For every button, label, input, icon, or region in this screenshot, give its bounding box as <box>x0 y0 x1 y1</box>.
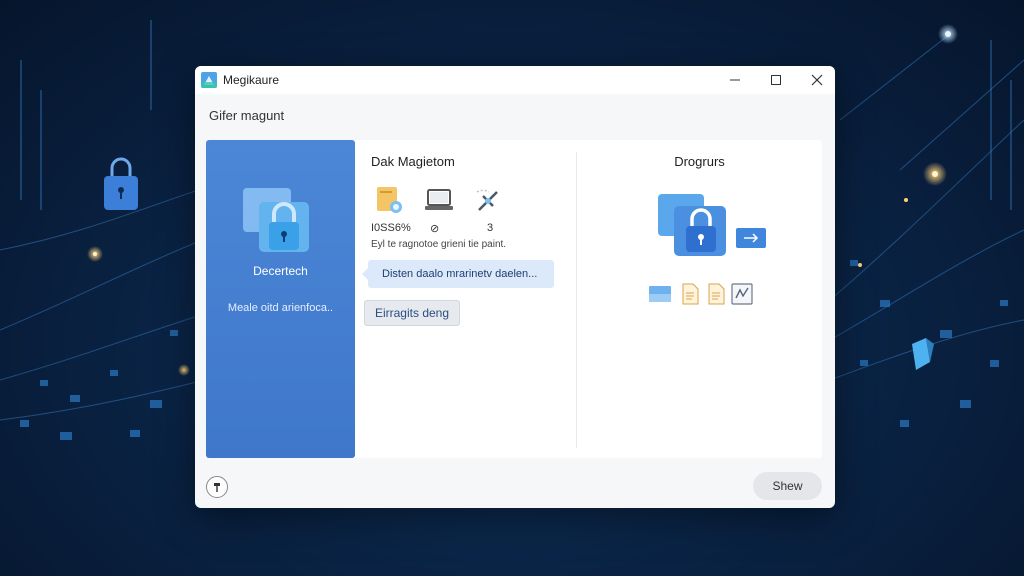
document-icon[interactable] <box>678 282 702 306</box>
chart-file-icon[interactable] <box>730 282 754 306</box>
info-banner[interactable]: Disten daalo mrarinetv daelen... <box>368 260 554 288</box>
main-content: Decertech Meale oitd arienfoca.. Dak Mag… <box>206 140 822 458</box>
document-icon[interactable] <box>704 282 728 306</box>
middle-panel-title: Dak Magietom <box>371 154 455 169</box>
window-title: Megikaure <box>223 73 280 87</box>
close-button[interactable] <box>797 66 835 94</box>
background-lock-icon <box>104 157 138 210</box>
help-button[interactable] <box>206 476 228 498</box>
app-window: Megikaure Gifer magunt Decertech Meale o… <box>195 66 835 508</box>
show-button[interactable]: Shew <box>753 472 822 500</box>
panel-divider <box>576 152 577 448</box>
laptop-icon <box>425 189 453 210</box>
action-button[interactable]: Eirragits deng <box>364 300 460 326</box>
app-logo-icon <box>201 72 217 88</box>
minimize-icon <box>730 79 740 81</box>
maximize-button[interactable] <box>756 66 796 94</box>
left-panel-title: Decertech <box>253 264 308 278</box>
background-cube-icon <box>912 338 934 370</box>
stat-value-storage: I0SS6% <box>371 222 411 234</box>
stat-value-network: 3 <box>487 222 494 234</box>
satellite-icon <box>476 189 498 211</box>
document-lock-icon <box>377 187 402 213</box>
window-subtitle: Gifer magunt <box>209 108 285 123</box>
middle-panel-description: Eyl te ragnotoe grieni tie paint. <box>371 239 507 250</box>
folder-lock-transfer-icon <box>658 194 766 256</box>
folder-lock-icon <box>243 188 309 252</box>
image-file-icon[interactable] <box>648 282 672 306</box>
minimize-button[interactable] <box>715 66 755 94</box>
stat-value-device: ⊘ <box>430 223 440 235</box>
right-panel-title: Drogrurs <box>674 154 725 169</box>
maximize-icon <box>771 75 781 85</box>
pin-icon <box>214 483 220 492</box>
title-bar: Megikaure <box>195 66 835 94</box>
left-panel[interactable]: Decertech Meale oitd arienfoca.. <box>206 140 355 458</box>
left-panel-description: Meale oitd arienfoca.. <box>227 302 334 314</box>
close-icon <box>811 74 823 86</box>
